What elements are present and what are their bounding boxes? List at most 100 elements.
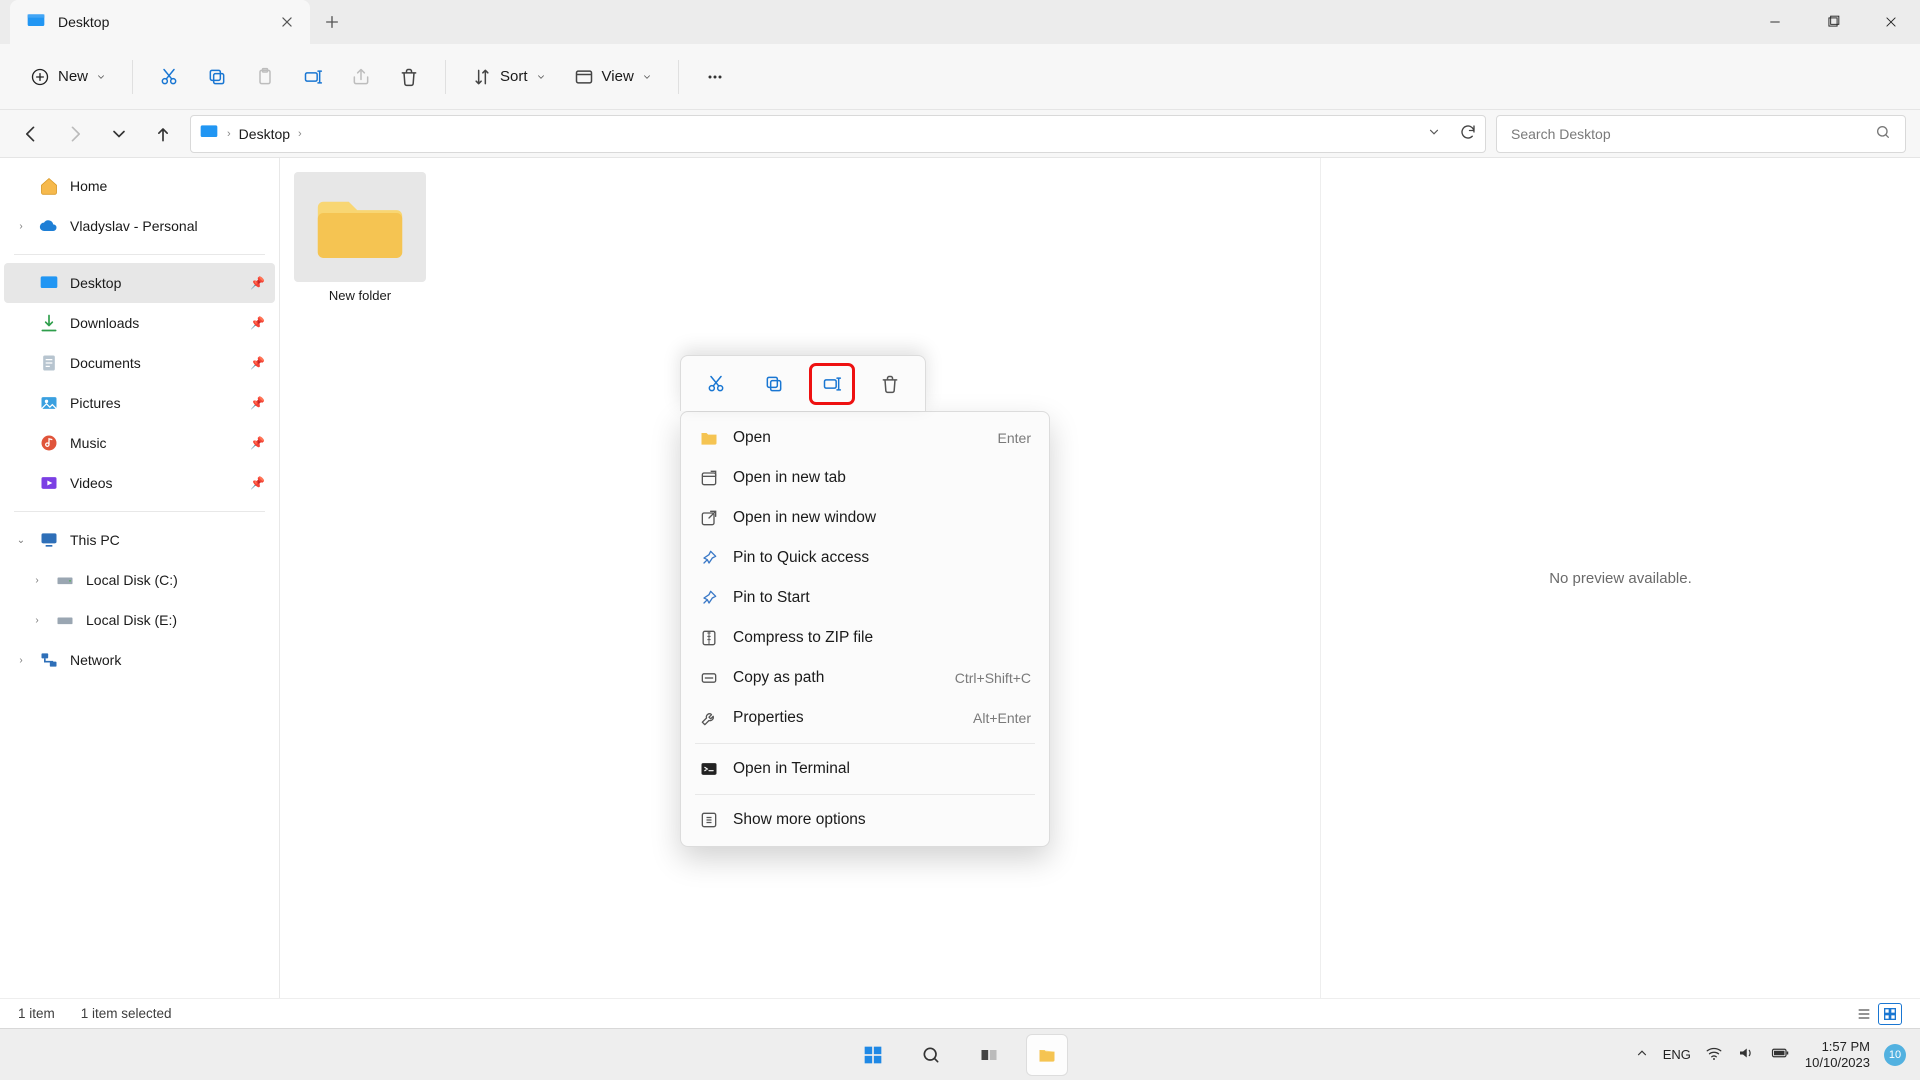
delete-button[interactable]: [389, 57, 429, 97]
nav-back-button[interactable]: [14, 117, 48, 151]
sidebar-network[interactable]: › Network: [0, 640, 279, 680]
preview-empty-text: No preview available.: [1549, 570, 1692, 587]
new-button[interactable]: New: [20, 57, 116, 97]
cut-button[interactable]: [149, 57, 189, 97]
new-tab-button[interactable]: [310, 0, 354, 44]
breadcrumb-item[interactable]: Desktop: [239, 126, 290, 142]
pin-icon: [699, 548, 719, 568]
notification-badge[interactable]: 10: [1884, 1044, 1906, 1066]
search-button[interactable]: [910, 1034, 952, 1076]
expand-icon[interactable]: ›: [14, 655, 28, 666]
nav-forward-button[interactable]: [58, 117, 92, 151]
nav-up-button[interactable]: [146, 117, 180, 151]
desktop-icon: [26, 11, 46, 34]
address-row: › Desktop ›: [0, 110, 1920, 158]
file-grid[interactable]: New folder Open Enter: [280, 158, 1320, 998]
home-icon: [38, 175, 60, 197]
folder-item[interactable]: New folder: [294, 172, 426, 303]
ctx-label: Compress to ZIP file: [733, 629, 873, 647]
explorer-taskbar-button[interactable]: [1026, 1034, 1068, 1076]
search-input[interactable]: [1511, 126, 1867, 142]
explorer-body: Home › Vladyslav - Personal Desktop 📌 Do…: [0, 158, 1920, 998]
sidebar-drive-c[interactable]: › Local Disk (C:): [0, 560, 279, 600]
newwindow-icon: [699, 508, 719, 528]
minimize-button[interactable]: [1746, 0, 1804, 44]
search-bar[interactable]: [1496, 115, 1906, 153]
folder-name: New folder: [329, 288, 391, 303]
sidebar-drive-e[interactable]: › Local Disk (E:): [0, 600, 279, 640]
more-button[interactable]: [695, 57, 735, 97]
sidebar-downloads[interactable]: Downloads 📌: [0, 303, 279, 343]
icons-view-button[interactable]: [1878, 1003, 1902, 1025]
copy-button[interactable]: [197, 57, 237, 97]
sidebar-label: Local Disk (E:): [86, 612, 177, 628]
close-tab-icon[interactable]: [280, 15, 294, 29]
view-button[interactable]: View: [564, 57, 662, 97]
taskbar-center: [852, 1034, 1068, 1076]
ctx-rename-button[interactable]: [810, 364, 854, 404]
ctx-open-new-tab[interactable]: Open in new tab: [681, 458, 1049, 498]
ctx-pin-quick-access[interactable]: Pin to Quick access: [681, 538, 1049, 578]
window-tab[interactable]: Desktop: [10, 0, 310, 44]
sidebar-videos[interactable]: Videos 📌: [0, 463, 279, 503]
close-window-button[interactable]: [1862, 0, 1920, 44]
sidebar-label: Network: [70, 652, 121, 668]
ctx-copy-button[interactable]: [752, 364, 796, 404]
terminal-icon: [699, 759, 719, 779]
address-bar[interactable]: › Desktop ›: [190, 115, 1486, 153]
start-button[interactable]: [852, 1034, 894, 1076]
expand-icon[interactable]: ›: [14, 221, 28, 232]
pin-icon: [699, 588, 719, 608]
paste-button[interactable]: [245, 57, 285, 97]
sidebar-music[interactable]: Music 📌: [0, 423, 279, 463]
expand-icon[interactable]: ›: [30, 575, 44, 586]
sidebar-documents[interactable]: Documents 📌: [0, 343, 279, 383]
battery-icon[interactable]: [1769, 1044, 1791, 1065]
drive-icon: [54, 569, 76, 591]
ctx-delete-button[interactable]: [868, 364, 912, 404]
ctx-cut-button[interactable]: [694, 364, 738, 404]
ctx-compress-zip[interactable]: Compress to ZIP file: [681, 618, 1049, 658]
ctx-open-terminal[interactable]: Open in Terminal: [681, 749, 1049, 789]
sidebar-label: Downloads: [70, 315, 139, 331]
tray-language[interactable]: ENG: [1663, 1047, 1691, 1062]
ctx-properties[interactable]: Properties Alt+Enter: [681, 698, 1049, 738]
ctx-label: Pin to Quick access: [733, 549, 869, 567]
collapse-icon[interactable]: ⌄: [14, 535, 28, 546]
ctx-open[interactable]: Open Enter: [681, 418, 1049, 458]
zip-icon: [699, 628, 719, 648]
sort-button[interactable]: Sort: [462, 57, 556, 97]
sidebar-thispc[interactable]: ⌄ This PC: [0, 520, 279, 560]
maximize-button[interactable]: [1804, 0, 1862, 44]
rename-button[interactable]: [293, 57, 333, 97]
pc-icon: [38, 529, 60, 551]
taskview-button[interactable]: [968, 1034, 1010, 1076]
sidebar-onedrive[interactable]: › Vladyslav - Personal: [0, 206, 279, 246]
wifi-icon[interactable]: [1705, 1044, 1723, 1065]
wrench-icon: [699, 708, 719, 728]
share-button[interactable]: [341, 57, 381, 97]
nav-history-button[interactable]: [102, 117, 136, 151]
ctx-shortcut: Enter: [998, 430, 1031, 446]
details-view-button[interactable]: [1852, 1003, 1876, 1025]
tray-clock[interactable]: 1:57 PM 10/10/2023: [1805, 1039, 1870, 1070]
sidebar-home[interactable]: Home: [0, 166, 279, 206]
sidebar-label: Local Disk (C:): [86, 572, 178, 588]
refresh-button[interactable]: [1459, 123, 1477, 144]
ctx-open-new-window[interactable]: Open in new window: [681, 498, 1049, 538]
sidebar-desktop[interactable]: Desktop 📌: [4, 263, 275, 303]
ctx-show-more[interactable]: Show more options: [681, 800, 1049, 840]
expand-icon[interactable]: ›: [30, 615, 44, 626]
taskbar: ENG 1:57 PM 10/10/2023 10: [0, 1028, 1920, 1080]
ctx-copy-path[interactable]: Copy as path Ctrl+Shift+C: [681, 658, 1049, 698]
sidebar-pictures[interactable]: Pictures 📌: [0, 383, 279, 423]
ctx-shortcut: Ctrl+Shift+C: [955, 670, 1031, 686]
ctx-pin-start[interactable]: Pin to Start: [681, 578, 1049, 618]
ctx-shortcut: Alt+Enter: [973, 710, 1031, 726]
new-button-label: New: [58, 68, 88, 85]
volume-icon[interactable]: [1737, 1044, 1755, 1065]
documents-icon: [38, 352, 60, 374]
tray-overflow-button[interactable]: [1635, 1046, 1649, 1063]
pin-icon: 📌: [250, 476, 265, 490]
address-dropdown-button[interactable]: [1427, 125, 1441, 142]
